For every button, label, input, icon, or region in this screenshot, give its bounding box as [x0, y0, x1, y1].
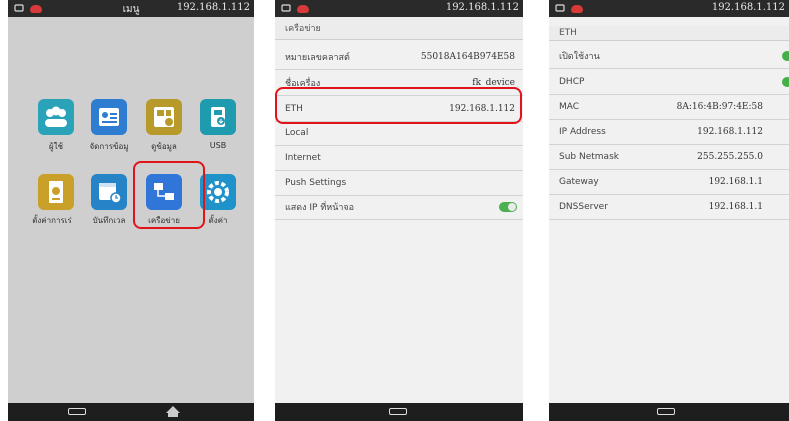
- serial-number-row[interactable]: หมายเลขคลาสต์ 55018A164B974E58: [275, 44, 523, 70]
- network-screen: 192.168.1.112 เครือข่าย หมายเลขคลาสต์ 55…: [275, 0, 523, 421]
- menu-screen: เมนู 192.168.1.112 ผู้ใช้ จัดการข้อมู ดู…: [8, 0, 254, 421]
- view-data-app-button[interactable]: [146, 99, 182, 135]
- row-value: 55018A164B974E58: [420, 51, 515, 62]
- row-value: 192.168.1.1: [708, 201, 763, 212]
- back-icon[interactable]: [389, 408, 407, 415]
- usb-icon: [211, 107, 225, 127]
- row-label: DHCP: [559, 76, 585, 87]
- cloud-icon: [571, 4, 583, 13]
- mac-row: MAC 8A:16:4B:97:4E:58: [549, 94, 789, 120]
- settings-app-button[interactable]: [200, 174, 236, 210]
- app-label: บันทึกเวล: [92, 216, 126, 225]
- dns-server-row[interactable]: DNSServer 192.168.1.1: [549, 194, 789, 220]
- tablet-icon: [281, 4, 291, 12]
- dhcp-toggle[interactable]: [782, 76, 789, 87]
- app-label: USB: [209, 141, 227, 150]
- gateway-row[interactable]: Gateway 192.168.1.1: [549, 169, 789, 195]
- row-label: เปิดใช้งาน: [559, 51, 600, 62]
- ip-address: 192.168.1.112: [176, 2, 250, 13]
- users-app-button[interactable]: [38, 99, 74, 135]
- data-management-app-button[interactable]: [91, 99, 127, 135]
- row-label: Internet: [285, 152, 321, 163]
- navigation-bar: [275, 403, 523, 421]
- navigation-bar: [549, 403, 789, 421]
- row-label: Sub Netmask: [559, 151, 619, 162]
- id-card-icon: [99, 108, 119, 126]
- row-label: MAC: [559, 101, 580, 112]
- highlight-box: [133, 161, 205, 229]
- row-value: 8A:16:4B:97:4E:58: [676, 101, 763, 112]
- row-label: Gateway: [559, 176, 599, 187]
- dhcp-row: DHCP: [549, 69, 789, 95]
- tablet-icon: [555, 4, 565, 12]
- back-icon[interactable]: [657, 408, 675, 415]
- subnet-mask-row[interactable]: Sub Netmask 255.255.255.0: [549, 144, 789, 170]
- show-ip-row: แสดง IP ที่หน้าจอ: [275, 194, 523, 220]
- page-title: ETH: [549, 26, 789, 41]
- status-bar: 192.168.1.112: [275, 0, 523, 17]
- row-value: 255.255.255.0: [697, 151, 763, 162]
- gear-icon: [207, 181, 229, 203]
- ip-address: 192.168.1.112: [711, 2, 785, 13]
- home-icon[interactable]: [166, 406, 180, 417]
- door-settings-icon: [49, 181, 63, 203]
- internet-row[interactable]: Internet: [275, 145, 523, 171]
- app-label: ดูข้อมูล: [151, 142, 177, 151]
- attendance-log-app-button[interactable]: [91, 174, 127, 210]
- navigation-bar: [8, 403, 254, 421]
- row-value: 192.168.1.1: [708, 176, 763, 187]
- row-label: Push Settings: [285, 177, 347, 188]
- app-label: จัดการข้อมู: [89, 142, 129, 151]
- enable-row: เปิดใช้งาน: [549, 43, 789, 69]
- usb-app-button[interactable]: [200, 99, 236, 135]
- row-value: 192.168.1.112: [697, 126, 763, 137]
- page-title: เครือข่าย: [275, 17, 523, 40]
- door-settings-app-button[interactable]: [38, 174, 74, 210]
- enable-toggle[interactable]: [782, 50, 789, 61]
- app-label: ตั้งค่าการเร่: [32, 216, 72, 225]
- status-bar: 192.168.1.112: [549, 0, 789, 17]
- ip-address-row[interactable]: IP Address 192.168.1.112: [549, 119, 789, 145]
- row-label: แสดง IP ที่หน้าจอ: [285, 202, 355, 213]
- status-bar: เมนู 192.168.1.112: [8, 0, 254, 17]
- highlight-box: [275, 87, 522, 124]
- calendar-clock-icon: [99, 183, 122, 204]
- eth-screen: 192.168.1.112 ETH เปิดใช้งาน DHCP MAC 8A…: [549, 0, 789, 421]
- row-label: IP Address: [559, 126, 606, 137]
- row-label: หมายเลขคลาสต์: [285, 52, 350, 63]
- row-label: DNSServer: [559, 201, 608, 212]
- show-ip-toggle[interactable]: [499, 201, 517, 212]
- row-value: fk_device: [472, 77, 515, 88]
- cloud-icon: [297, 4, 309, 13]
- data-view-icon: [154, 107, 174, 127]
- push-settings-row[interactable]: Push Settings: [275, 170, 523, 196]
- ip-address: 192.168.1.112: [445, 2, 519, 13]
- back-icon[interactable]: [68, 408, 86, 415]
- app-label: ผู้ใช้: [48, 142, 64, 151]
- users-icon: [45, 106, 67, 127]
- row-label: Local: [285, 127, 309, 138]
